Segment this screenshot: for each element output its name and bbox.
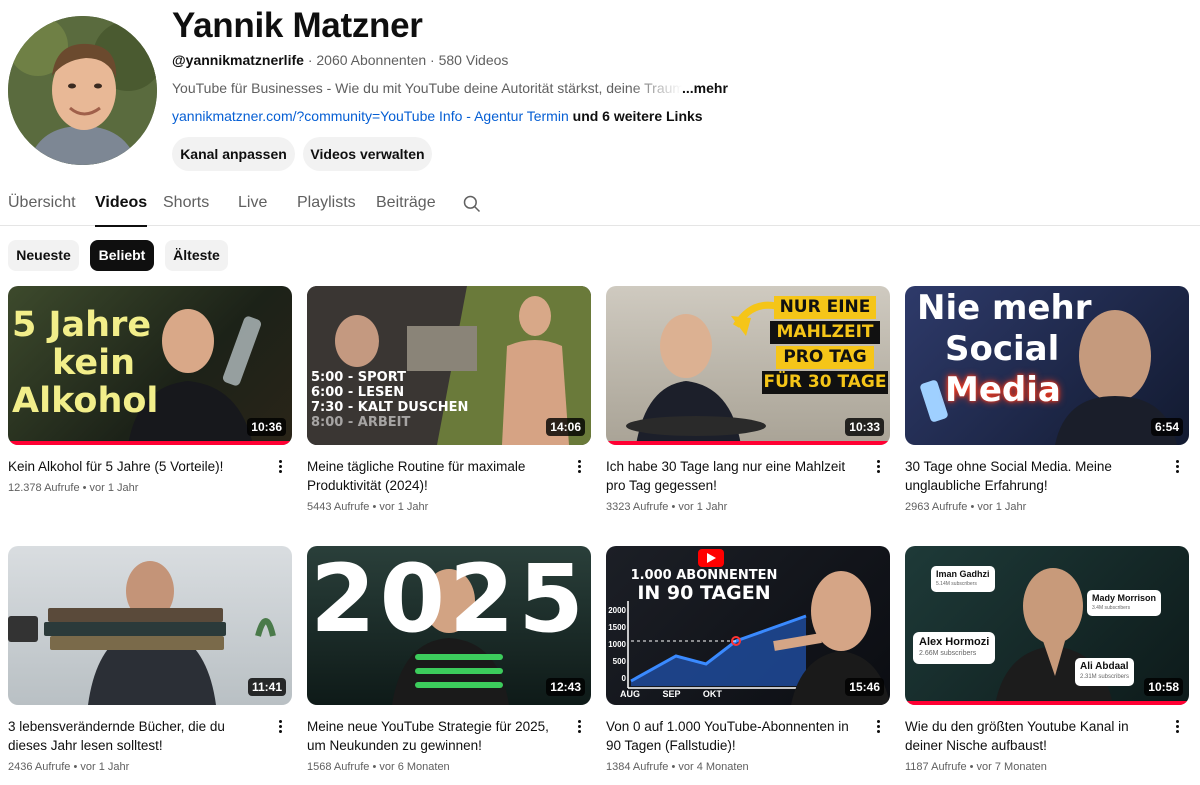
channel-handle: @yannikmatznerlife — [172, 52, 304, 68]
thumbnail-text: 5:00 - SPORT 6:00 - LESEN 7:30 - KALT DU… — [311, 370, 469, 430]
more-options-icon[interactable] — [571, 458, 587, 478]
thumbnail-text: 1.000 ABONNENTEN IN 90 TAGEN — [630, 568, 778, 604]
tab-shorts[interactable]: Shorts — [163, 194, 209, 212]
video-title[interactable]: Von 0 auf 1.000 YouTube-Abonnenten in 90… — [606, 717, 864, 755]
chart-y-axis-labels: 2000 1500 1000 500 0 — [608, 606, 626, 683]
more-options-icon[interactable] — [571, 718, 587, 738]
video-duration: 10:33 — [845, 418, 884, 436]
video-title[interactable]: Meine tägliche Routine für maximale Prod… — [307, 457, 565, 495]
meta-separator: · — [430, 52, 435, 68]
video-meta: 3323 Aufrufe • vor 1 Jahr — [606, 501, 728, 513]
thumbnail-text: 2025 — [310, 546, 588, 654]
video-thumbnail[interactable]: 11:41 — [8, 546, 292, 705]
subscriber-count: 2060 Abonnenten — [316, 52, 427, 68]
video-duration: 14:06 — [546, 418, 585, 436]
video-title[interactable]: Kein Alkohol für 5 Jahre (5 Vorteile)! — [8, 457, 266, 476]
search-icon[interactable] — [462, 194, 482, 214]
video-duration: 10:58 — [1144, 678, 1183, 696]
video-thumbnail[interactable]: Iman Gadhzi 5.14M subscribers Mady Morri… — [905, 546, 1189, 705]
more-links[interactable]: und 6 weitere Links — [573, 108, 703, 124]
more-options-icon[interactable] — [1169, 458, 1185, 478]
video-meta: 12.378 Aufrufe • vor 1 Jahr — [8, 482, 139, 494]
creator-card: Mady Morrison 3.4M subscribers — [1087, 590, 1162, 616]
meta-separator: · — [307, 52, 313, 68]
more-options-icon[interactable] — [870, 718, 886, 738]
tab-videos[interactable]: Videos — [95, 194, 148, 227]
chip-newest[interactable]: Neueste — [8, 240, 79, 271]
watch-progress — [905, 701, 1189, 705]
video-thumbnail[interactable]: NUR EINE MAHLZEIT PRO TAG FÜR 30 TAGE 10… — [606, 286, 890, 445]
video-count: 580 Videos — [438, 52, 509, 68]
video-card[interactable]: Nie mehr Social Media 6:54 30 Tage ohne … — [905, 286, 1189, 516]
channel-tabs: Übersicht Videos Shorts Live Playlists B… — [0, 180, 1200, 227]
video-card[interactable]: NUR EINE MAHLZEIT PRO TAG FÜR 30 TAGE 10… — [606, 286, 890, 516]
video-thumbnail[interactable]: 5:00 - SPORT 6:00 - LESEN 7:30 - KALT DU… — [307, 286, 591, 445]
video-meta: 1187 Aufrufe • vor 7 Monaten — [905, 761, 1047, 773]
video-thumbnail[interactable]: Nie mehr Social Media 6:54 — [905, 286, 1189, 445]
video-title[interactable]: Ich habe 30 Tage lang nur eine Mahlzeit … — [606, 457, 864, 495]
video-duration: 10:36 — [247, 418, 286, 436]
video-title[interactable]: Wie du den größten Youtube Kanal in dein… — [905, 717, 1163, 755]
thumbnail-text: Nie mehr Social Media — [917, 288, 1092, 410]
tab-live[interactable]: Live — [238, 194, 267, 212]
video-card[interactable]: 11:41 3 lebensverändernde Bücher, die du… — [8, 546, 292, 776]
watch-progress — [8, 441, 292, 445]
video-card[interactable]: 2025 12:43 Meine neue YouTube Strategie … — [307, 546, 591, 776]
creator-card: Alex Hormozi 2.66M subscribers — [913, 632, 996, 664]
video-meta: 2963 Aufrufe • vor 1 Jahr — [905, 501, 1027, 513]
video-meta: 1384 Aufrufe • vor 4 Monaten — [606, 761, 749, 773]
creator-card: Ali Abdaal 2.31M subscribers — [1075, 658, 1135, 686]
thumbnail-text: NUR EINE MAHLZEIT PRO TAG FÜR 30 TAGE — [762, 296, 888, 394]
video-card[interactable]: 5 Jahre kein Alkohol 10:36 Kein Alkohol … — [8, 286, 292, 516]
video-meta: 1568 Aufrufe • vor 6 Monaten — [307, 761, 450, 773]
description-more-link[interactable]: ...mehr — [682, 80, 728, 96]
tab-playlists[interactable]: Playlists — [297, 194, 356, 212]
more-options-icon[interactable] — [272, 458, 288, 478]
creator-card: Iman Gadhzi 5.14M subscribers — [931, 566, 995, 592]
channel-link[interactable]: yannikmatzner.com/?community=YouTube Inf… — [172, 108, 569, 124]
video-duration: 6:54 — [1150, 418, 1183, 436]
video-duration: 11:41 — [247, 678, 286, 696]
more-options-icon[interactable] — [870, 458, 886, 478]
video-card[interactable]: 1.000 ABONNENTEN IN 90 TAGEN 2000 1500 1… — [606, 546, 890, 776]
video-duration: 15:46 — [845, 678, 884, 696]
video-title[interactable]: 3 lebensverändernde Bücher, die du diese… — [8, 717, 266, 755]
video-thumbnail[interactable]: 1.000 ABONNENTEN IN 90 TAGEN 2000 1500 1… — [606, 546, 890, 705]
channel-avatar[interactable] — [8, 16, 157, 165]
channel-description[interactable]: YouTube für Businesses - Wie du mit YouT… — [172, 80, 728, 96]
description-text: YouTube für Businesses - Wie du mit YouT… — [172, 80, 682, 96]
video-meta: 2436 Aufrufe • vor 1 Jahr — [8, 761, 130, 773]
chart-x-axis-labels: AUG SEP OKT — [620, 689, 722, 699]
thumbnail-text: 5 Jahre kein Alkohol — [12, 305, 159, 421]
video-title[interactable]: 30 Tage ohne Social Media. Meine unglaub… — [905, 457, 1163, 495]
customize-channel-button[interactable]: Kanal anpassen — [172, 137, 295, 171]
chip-oldest[interactable]: Älteste — [165, 240, 228, 271]
tab-overview[interactable]: Übersicht — [8, 194, 76, 212]
channel-meta: @yannikmatznerlife · 2060 Abonnenten · 5… — [172, 52, 508, 68]
video-duration: 12:43 — [546, 678, 585, 696]
video-card[interactable]: 5:00 - SPORT 6:00 - LESEN 7:30 - KALT DU… — [307, 286, 591, 516]
more-options-icon[interactable] — [272, 718, 288, 738]
manage-videos-button[interactable]: Videos verwalten — [303, 137, 432, 171]
video-card[interactable]: Iman Gadhzi 5.14M subscribers Mady Morri… — [905, 546, 1189, 776]
tab-posts[interactable]: Beiträge — [376, 194, 436, 212]
video-meta: 5443 Aufrufe • vor 1 Jahr — [307, 501, 429, 513]
more-options-icon[interactable] — [1169, 718, 1185, 738]
watch-progress — [606, 441, 890, 445]
channel-title: Yannik Matzner — [172, 6, 423, 45]
video-thumbnail[interactable]: 2025 12:43 — [307, 546, 591, 705]
video-thumbnail[interactable]: 5 Jahre kein Alkohol 10:36 — [8, 286, 292, 445]
video-title[interactable]: Meine neue YouTube Strategie für 2025, u… — [307, 717, 565, 755]
chip-popular[interactable]: Beliebt — [90, 240, 154, 271]
channel-links: yannikmatzner.com/?community=YouTube Inf… — [172, 108, 703, 124]
